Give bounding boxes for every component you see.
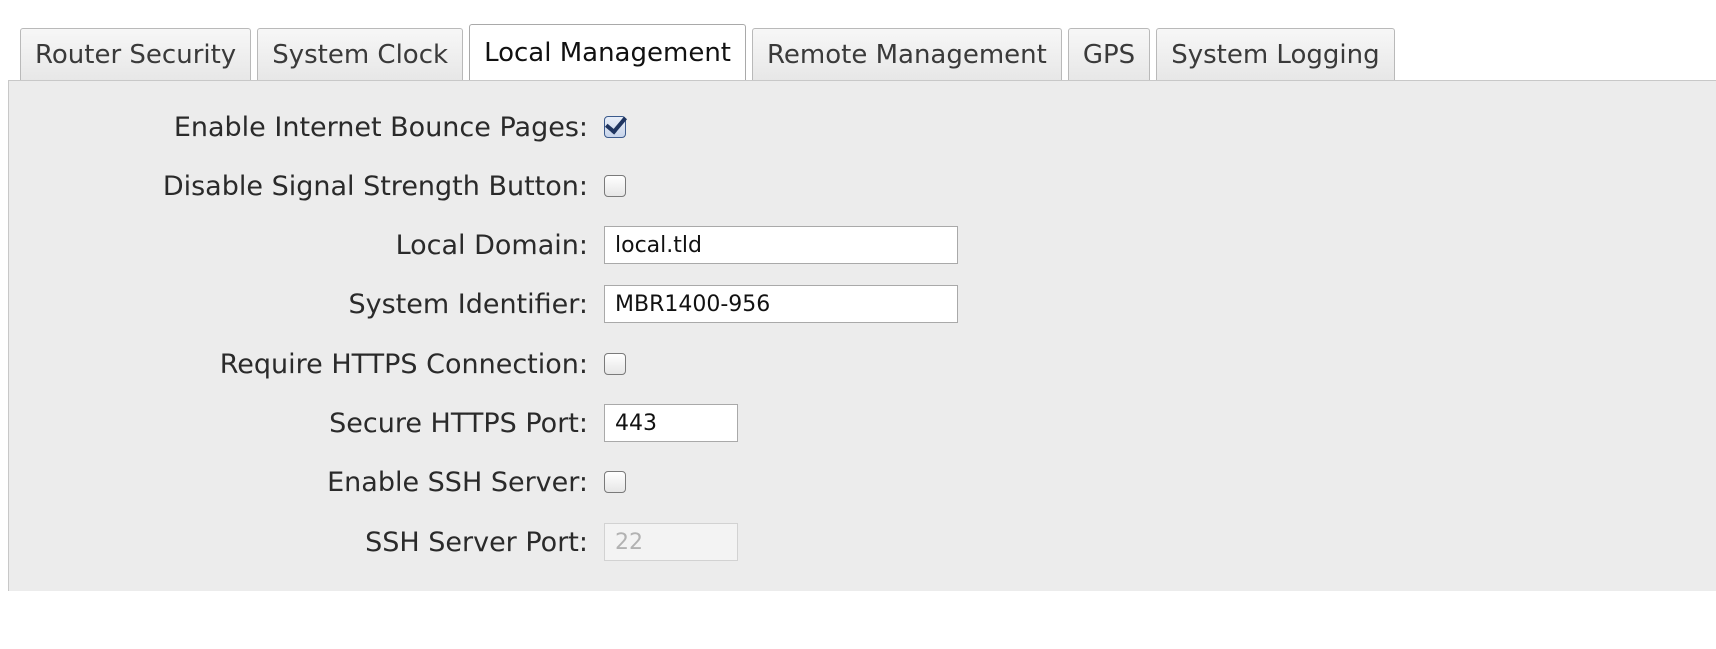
- row-system-identifier: System Identifier: MBR1400-956: [9, 284, 1109, 324]
- row-require-https: Require HTTPS Connection:: [9, 344, 1109, 384]
- ssh-port-input[interactable]: 22: [604, 523, 738, 561]
- require-https-checkbox[interactable]: [604, 353, 626, 375]
- disable-signal-button-label: Disable Signal Strength Button:: [162, 170, 588, 202]
- local-management-panel: Enable Internet Bounce Pages: Disable Si…: [8, 80, 1716, 591]
- tab-system-logging[interactable]: System Logging: [1156, 28, 1395, 80]
- ssh-port-label: SSH Server Port:: [365, 526, 588, 558]
- row-disable-signal-button: Disable Signal Strength Button:: [9, 166, 1109, 206]
- tab-bar: Router Security System Clock Local Manag…: [20, 24, 1401, 80]
- enable-bounce-pages-label: Enable Internet Bounce Pages:: [173, 111, 588, 143]
- tab-router-security[interactable]: Router Security: [20, 28, 252, 80]
- system-identifier-input[interactable]: MBR1400-956: [604, 285, 958, 323]
- row-enable-ssh: Enable SSH Server:: [9, 462, 1109, 502]
- tab-system-clock[interactable]: System Clock: [257, 28, 464, 80]
- tab-remote-management[interactable]: Remote Management: [752, 28, 1062, 80]
- disable-signal-button-checkbox[interactable]: [604, 175, 626, 197]
- system-identifier-label: System Identifier:: [348, 288, 588, 320]
- https-port-input[interactable]: 443: [604, 404, 738, 442]
- row-local-domain: Local Domain: local.tld: [9, 225, 1109, 265]
- row-ssh-port: SSH Server Port: 22: [9, 522, 1109, 562]
- enable-ssh-checkbox[interactable]: [604, 471, 626, 493]
- row-https-port: Secure HTTPS Port: 443: [9, 403, 1109, 443]
- tab-gps[interactable]: GPS: [1067, 28, 1151, 80]
- row-enable-bounce-pages: Enable Internet Bounce Pages:: [9, 107, 1109, 147]
- local-domain-input[interactable]: local.tld: [604, 226, 958, 264]
- require-https-label: Require HTTPS Connection:: [219, 348, 588, 380]
- local-domain-label: Local Domain:: [395, 229, 588, 261]
- tab-local-management[interactable]: Local Management: [469, 24, 746, 80]
- enable-ssh-label: Enable SSH Server:: [327, 466, 588, 498]
- enable-bounce-pages-checkbox[interactable]: [604, 116, 626, 138]
- https-port-label: Secure HTTPS Port:: [329, 407, 588, 439]
